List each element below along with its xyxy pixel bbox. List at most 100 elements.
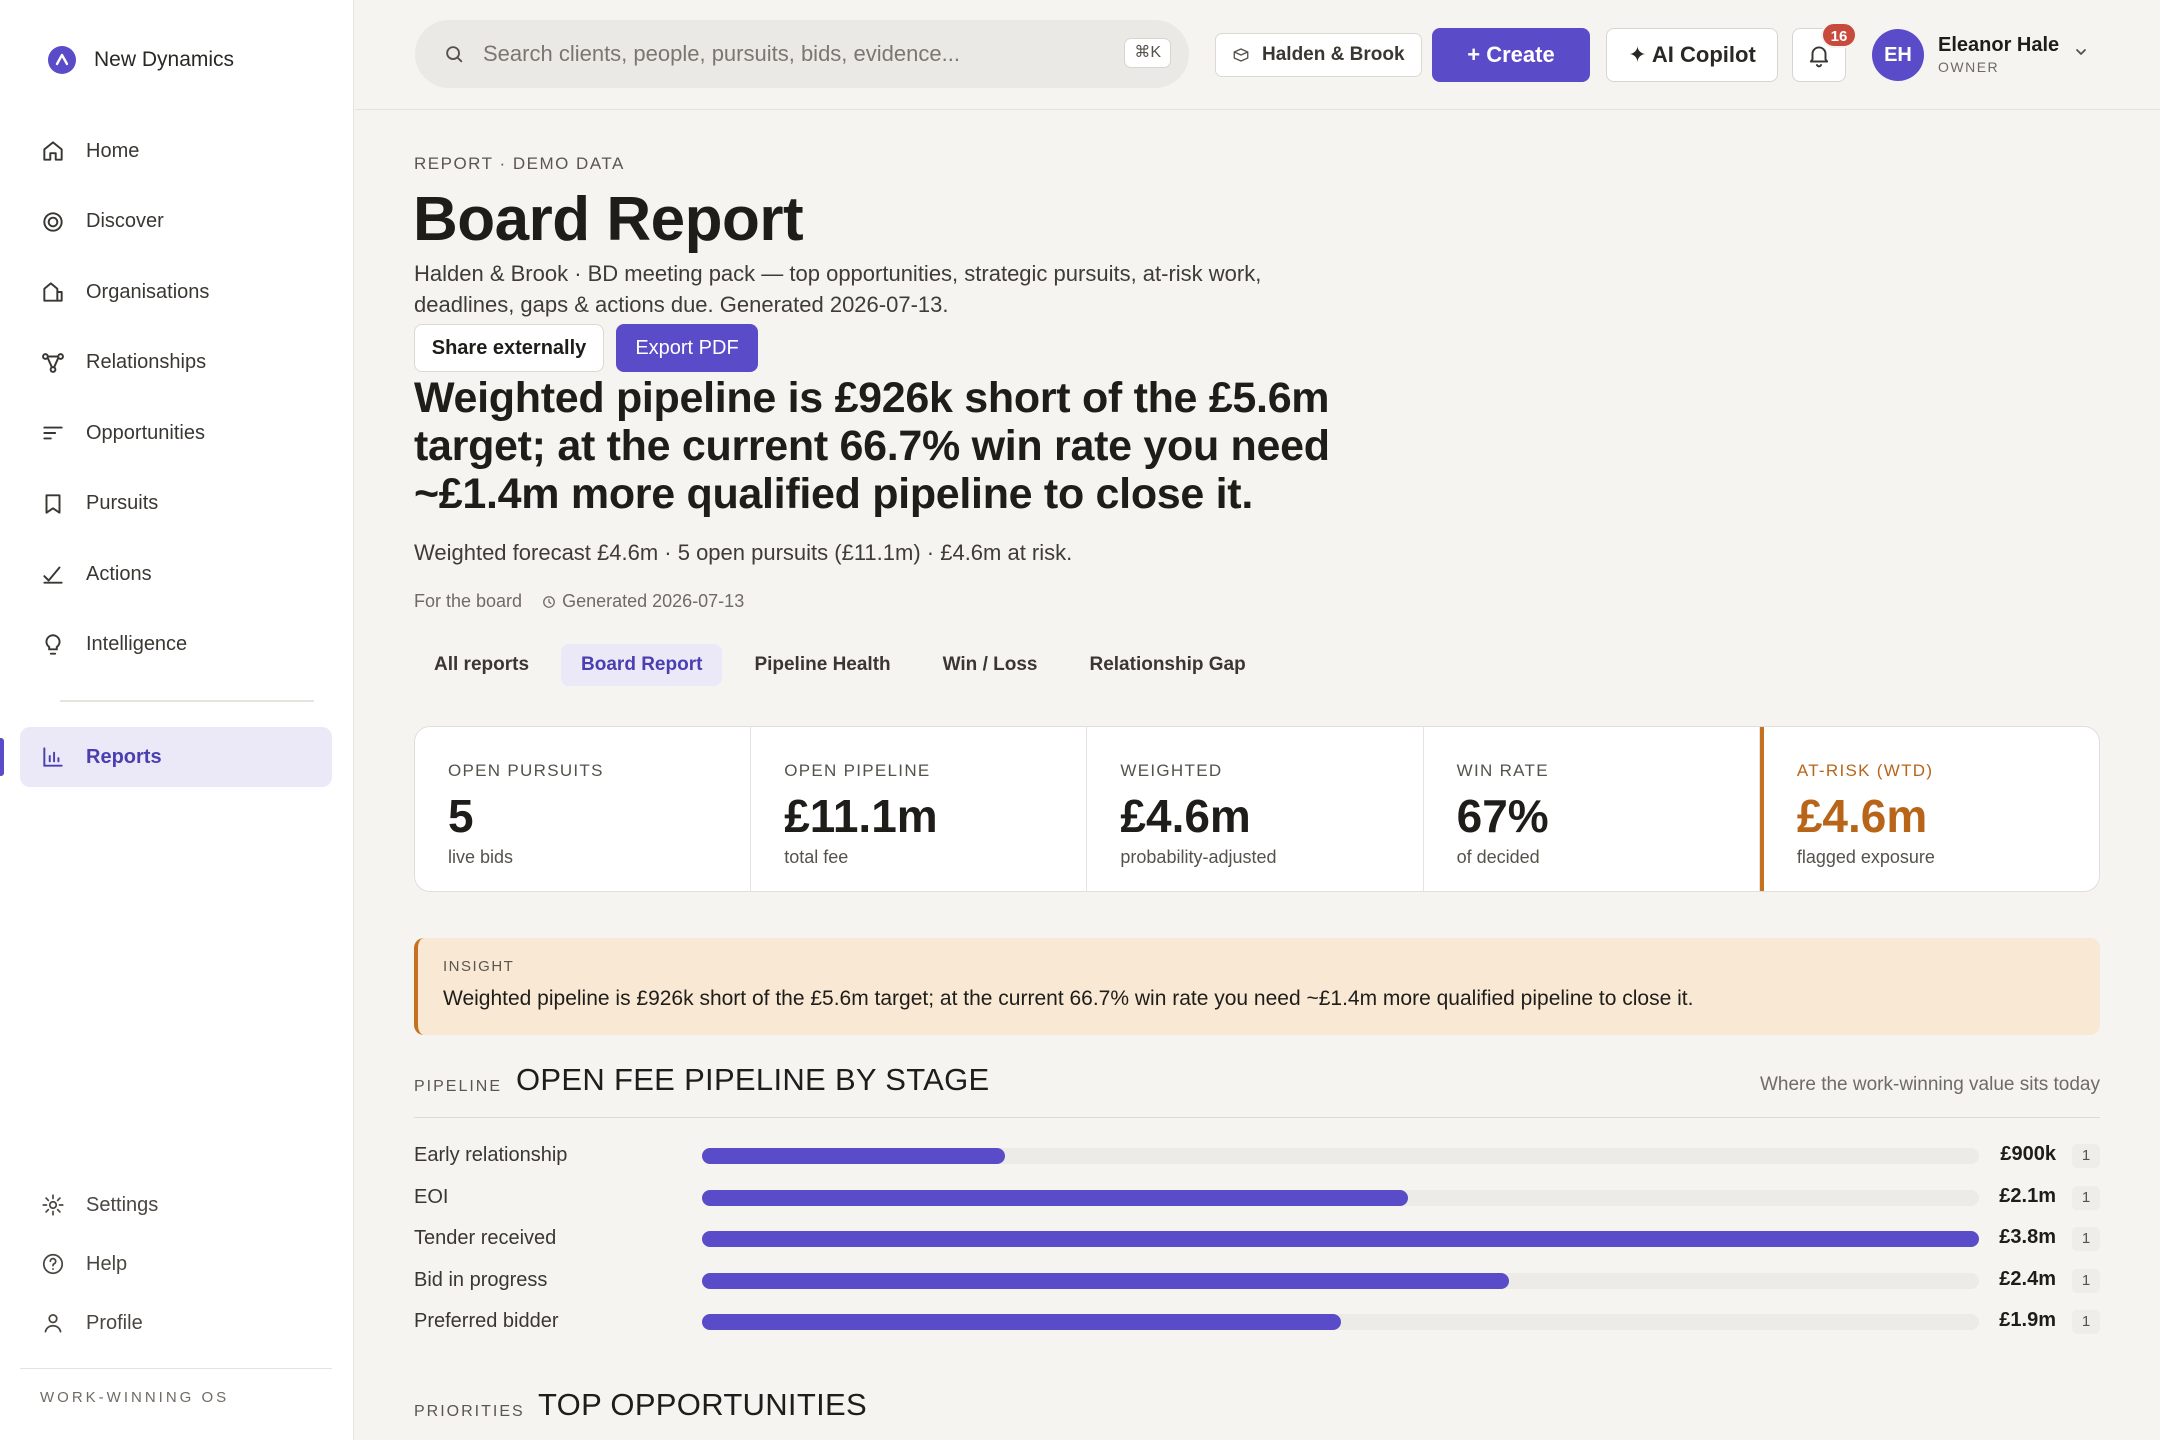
stage-label: EOI [414, 1185, 449, 1208]
avatar[interactable]: EH [1872, 29, 1924, 81]
sidebar-item-discover[interactable]: Discover [20, 192, 332, 252]
sidebar-item-label: Profile [86, 1311, 143, 1334]
sidebar-item-pursuits[interactable]: Pursuits [20, 474, 332, 534]
sidebar-item-label: Home [86, 139, 140, 162]
sidebar-item-intelligence[interactable]: Intelligence [20, 615, 332, 675]
section-kicker: PRIORITIES [414, 1403, 525, 1420]
pipeline-stage-bars: Early relationship £900k 1 EOI £2.1m 1 Tender … [414, 1134, 2100, 1342]
sidebar-item-opportunities[interactable]: Opportunities [20, 403, 332, 463]
notification-count-badge: 16 [1821, 22, 1857, 48]
building-icon [43, 282, 63, 302]
chevron-down-icon[interactable] [2073, 44, 2089, 60]
report-tabs: All reports Board Report Pipeline Health… [414, 644, 1266, 686]
kpi-strip: OPEN PURSUITS 5 live bids OPEN PIPELINE … [414, 726, 2100, 892]
generated-date-text: Generated 2026-07-13 [562, 591, 745, 611]
stage-label: Tender received [414, 1227, 557, 1249]
check-icon [43, 566, 63, 584]
sidebar-item-profile[interactable]: Profile [20, 1298, 332, 1348]
active-indicator [0, 738, 4, 776]
sidebar-item-organisations[interactable]: Organisations [20, 262, 332, 322]
kpi-open-pursuits: OPEN PURSUITS 5 live bids [415, 727, 752, 891]
kpi-open-pipeline: OPEN PIPELINE £11.1m total fee [751, 727, 1088, 891]
user-icon [44, 1314, 62, 1333]
bulb-icon [45, 633, 61, 655]
section-title: TOP OPPORTUNITIES [538, 1387, 867, 1422]
generated-date: Generated 2026-07-13 [542, 591, 744, 612]
kpi-note: live bids [448, 847, 514, 867]
sidebar-item-reports[interactable]: Reports [20, 727, 332, 787]
bar-chart-icon [43, 747, 63, 767]
report-headline: Weighted pipeline is £926k short of the … [414, 374, 1330, 518]
sidebar-item-label: Actions [86, 562, 152, 585]
stage-value: £3.8m [1999, 1226, 2056, 1248]
global-search[interactable]: ⌘K [415, 20, 1189, 88]
kpi-value: £11.1m [784, 790, 938, 842]
pipeline-stage-row: Bid in progress £2.4m 1 [414, 1259, 2100, 1301]
sidebar-footer-tagline: WORK-WINNING OS [40, 1389, 230, 1406]
search-input[interactable] [483, 41, 1083, 67]
sidebar-item-home[interactable]: Home [20, 121, 332, 181]
stage-count-badge: 1 [2072, 1310, 2100, 1334]
report-summary: Weighted forecast £4.6m · 5 open pursuit… [414, 540, 1073, 565]
kpi-value: £4.6m [1120, 790, 1251, 842]
app-name: New Dynamics [94, 48, 235, 71]
sidebar-item-label: Settings [86, 1193, 159, 1216]
sidebar: New Dynamics Home Discover Organisations… [0, 0, 354, 1440]
page-eyebrow: REPORT · DEMO DATA [414, 154, 625, 173]
stage-bar-track [702, 1314, 1979, 1330]
tab-all-reports[interactable]: All reports [414, 644, 549, 686]
user-name[interactable]: Eleanor Hale [1938, 34, 2059, 57]
kpi-note: total fee [784, 847, 849, 867]
share-externally-button[interactable]: Share externally [414, 324, 604, 372]
report-meta: For the board Generated 2026-07-13 [414, 591, 744, 612]
stage-bar-track [702, 1148, 1979, 1164]
tab-pipeline-health[interactable]: Pipeline Health [734, 644, 910, 686]
sidebar-footer-divider [20, 1368, 332, 1369]
stage-bar-track [702, 1272, 1979, 1289]
create-button[interactable]: + Create [1432, 28, 1590, 82]
insight-callout: INSIGHT Weighted pipeline is £926k short… [414, 938, 2100, 1035]
sidebar-item-label: Help [86, 1252, 128, 1275]
brand[interactable]: New Dynamics [48, 46, 234, 74]
sidebar-item-settings[interactable]: Settings [20, 1180, 332, 1230]
top-bar: ⌘K Halden & Brook + Create ✦ AI Copilot … [355, 0, 2160, 110]
sidebar-item-label: Organisations [86, 280, 210, 303]
search-icon [446, 46, 463, 63]
kpi-label: OPEN PURSUITS [448, 761, 604, 780]
stage-bar-fill [702, 1189, 1409, 1206]
ai-copilot-button[interactable]: ✦ AI Copilot [1606, 28, 1778, 82]
stage-label: Early relationship [414, 1144, 568, 1166]
kpi-value: £4.6m [1796, 790, 1928, 842]
sidebar-divider [60, 700, 314, 702]
sidebar-item-actions[interactable]: Actions [20, 544, 332, 604]
kpi-at-risk: AT-RISK (WTD) £4.6m flagged exposure [1759, 727, 2099, 891]
stage-label: Bid in progress [414, 1268, 548, 1291]
network-icon [42, 352, 64, 373]
app-logo-icon [48, 46, 76, 74]
kpi-label: WIN RATE [1456, 761, 1549, 780]
tab-relationship-gap[interactable]: Relationship Gap [1069, 644, 1265, 686]
stage-value: £2.1m [1999, 1184, 2056, 1207]
tab-win-loss[interactable]: Win / Loss [923, 644, 1058, 686]
page-title: Board Report [413, 185, 804, 254]
stage-bar-track [702, 1189, 1979, 1206]
org-switcher-button[interactable]: Halden & Brook [1215, 33, 1422, 77]
kpi-label: OPEN PIPELINE [784, 761, 931, 780]
stage-value: £2.4m [1999, 1267, 2056, 1290]
pipeline-stage-row: EOI £2.1m 1 [414, 1176, 2100, 1218]
insight-label: INSIGHT [443, 958, 515, 975]
page-subtitle: Halden & Brook · BD meeting pack — top o… [414, 261, 1262, 317]
tab-board-report[interactable]: Board Report [561, 644, 723, 686]
sidebar-item-relationships[interactable]: Relationships [20, 333, 332, 393]
sidebar-item-help[interactable]: Help [20, 1239, 332, 1289]
home-icon [43, 141, 63, 161]
stage-count-badge: 1 [2072, 1268, 2100, 1293]
sidebar-item-label: Opportunities [86, 421, 205, 444]
stage-bar-fill [702, 1231, 1979, 1247]
kpi-value: 5 [448, 790, 474, 842]
pipeline-stage-row: Preferred bidder £1.9m 1 [414, 1300, 2100, 1342]
export-pdf-button[interactable]: Export PDF [616, 324, 758, 372]
pipeline-stage-row: Tender received £3.8m 1 [414, 1217, 2100, 1259]
stage-count-badge: 1 [2072, 1185, 2100, 1210]
pipeline-stage-row: Early relationship £900k 1 [414, 1134, 2100, 1176]
